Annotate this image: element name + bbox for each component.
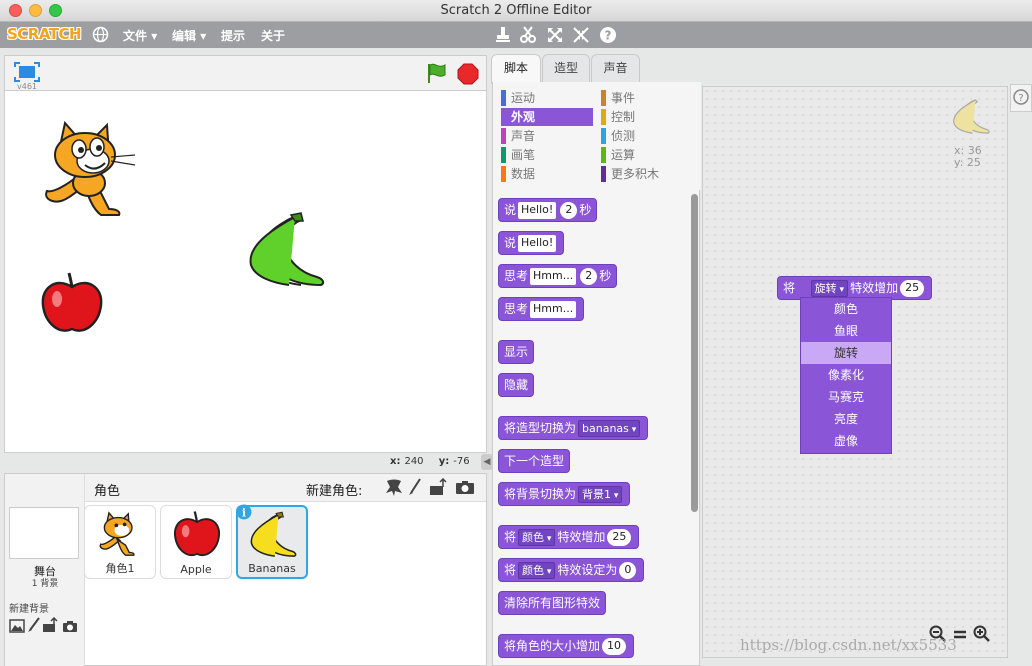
sprite-pane: 舞台 1 背景 新建背景 角色 新建角色: 角色1 Apple i Banana… — [4, 473, 487, 666]
category-operators[interactable]: 运算 — [601, 146, 693, 164]
sprite-thumb-label: Apple — [180, 563, 212, 576]
camera-sprite-icon[interactable] — [455, 480, 475, 495]
effect-dropdown-menu: 颜色 鱼眼 旋转 像素化 马赛克 亮度 虚像 — [800, 297, 892, 454]
watermark: https://blog.csdn.net/xx5533 — [740, 636, 957, 654]
window-title: Scratch 2 Offline Editor — [440, 3, 592, 18]
sprite-thumb-label: Bananas — [248, 562, 296, 575]
dropdown-option[interactable]: 亮度 — [801, 408, 891, 430]
block-set-effect[interactable]: 将颜色特效设定为0 — [498, 558, 645, 582]
stage-header: v461 — [4, 55, 487, 91]
category-more-blocks[interactable]: 更多积木 — [601, 165, 693, 183]
svg-text:i: i — [242, 507, 246, 520]
minimize-window-button[interactable] — [29, 4, 42, 17]
block-say[interactable]: 说 Hello! — [498, 231, 565, 255]
category-control[interactable]: 控制 — [601, 108, 693, 126]
menu-about[interactable]: 关于 — [261, 27, 285, 44]
upload-sprite-icon[interactable] — [429, 478, 447, 496]
scripts-area[interactable]: x: 36 y: 25 将 旋转特效增加25 颜色 鱼眼 旋转 像素化 马赛克 … — [702, 86, 1008, 658]
block-palette: 运动 事件 外观 控制 声音 侦测 画笔 运算 数据 更多积木 说 Hello! 2… — [492, 82, 701, 666]
apple-sprite[interactable] — [39, 271, 105, 337]
cat-thumb-icon — [99, 511, 135, 556]
dropdown-option-highlighted[interactable]: 旋转 — [801, 342, 891, 364]
mouse-coordinates: x: 240 y: -76 — [390, 456, 470, 467]
category-motion[interactable]: 运动 — [501, 89, 593, 107]
window-title-bar: Scratch 2 Offline Editor — [0, 0, 1032, 22]
help-question-icon[interactable]: ? — [599, 26, 617, 44]
duplicate-stamp-icon[interactable] — [495, 26, 511, 44]
block-clear-effects[interactable]: 清除所有图形特效 — [498, 591, 607, 615]
category-events[interactable]: 事件 — [601, 89, 693, 107]
sprites-title: 角色 — [94, 484, 121, 499]
grow-arrows-icon[interactable] — [547, 26, 563, 44]
globe-icon[interactable] — [92, 26, 109, 43]
backdrop-count: 1 背景 — [31, 579, 59, 589]
tab-costumes[interactable]: 造型 — [542, 54, 590, 82]
block-switch-backdrop[interactable]: 将背景切换为 背景1 — [498, 482, 631, 506]
dropdown-option[interactable]: 虚像 — [801, 430, 891, 452]
block-hide[interactable]: 隐藏 — [498, 373, 535, 397]
new-sprite-label: 新建角色: — [306, 484, 363, 499]
bananas-sprite[interactable] — [245, 211, 327, 293]
block-change-effect[interactable]: 将颜色特效增加25 — [498, 525, 640, 549]
tab-scripts[interactable]: 脚本 — [491, 54, 541, 84]
backdrop-library-icon[interactable] — [9, 619, 25, 633]
dropdown-option[interactable]: 像素化 — [801, 364, 891, 386]
sprite-y: y: 25 — [954, 156, 981, 169]
stage-thumbnail[interactable] — [9, 507, 79, 559]
block-change-size[interactable]: 将角色的大小增加 10 — [498, 634, 635, 658]
paint-new-sprite-icon[interactable] — [408, 478, 422, 496]
block-think[interactable]: 思考 Hmm... — [498, 297, 585, 321]
delete-scissors-icon[interactable] — [520, 26, 536, 44]
block-categories: 运动 事件 外观 控制 声音 侦测 画笔 运算 数据 更多积木 — [493, 82, 701, 190]
presentation-mode-icon[interactable] — [14, 62, 40, 82]
category-looks[interactable]: 外观 — [501, 108, 593, 126]
sprite-thumb-label: 角色1 — [105, 562, 135, 575]
bananas-thumb-icon — [250, 511, 297, 557]
sprite-thumb-bananas[interactable]: i Bananas — [236, 504, 308, 579]
shrink-arrows-icon[interactable] — [573, 26, 589, 44]
dropdown-option[interactable]: 颜色 — [801, 298, 891, 320]
zoom-in-icon[interactable] — [973, 625, 991, 643]
sprite-list-header: 角色 新建角色: — [85, 474, 486, 502]
help-panel-tab[interactable]: ? — [1010, 84, 1032, 112]
menu-edit[interactable]: 编辑 ▾ — [172, 27, 206, 44]
cat-sprite[interactable] — [39, 119, 139, 223]
palette-scrollbar[interactable] — [691, 194, 698, 512]
category-data[interactable]: 数据 — [501, 165, 593, 183]
help-question-icon[interactable]: ? — [1013, 89, 1029, 105]
block-say-for-secs[interactable]: 说 Hello! 2 秒 — [498, 198, 598, 222]
menu-file[interactable]: 文件 ▾ — [123, 27, 157, 44]
category-sensing[interactable]: 侦测 — [601, 127, 693, 145]
sprite-position-info: x: 36 y: 25 — [954, 145, 982, 169]
dropdown-option[interactable]: 马赛克 — [801, 386, 891, 408]
tab-sounds[interactable]: 声音 — [591, 54, 640, 82]
svg-text:?: ? — [1018, 93, 1023, 104]
block-next-costume[interactable]: 下一个造型 — [498, 449, 571, 473]
upload-icon[interactable] — [42, 617, 58, 633]
green-flag-icon[interactable] — [426, 62, 448, 84]
close-window-button[interactable] — [9, 4, 22, 17]
sprite-library-icon[interactable] — [385, 477, 403, 497]
category-sound[interactable]: 声音 — [501, 127, 593, 145]
svg-text:?: ? — [605, 29, 612, 43]
current-sprite-bananas-icon — [953, 99, 990, 134]
apple-thumb-icon — [174, 511, 220, 556]
menu-bar: SCRATCH 文件 ▾ 编辑 ▾ 提示 关于 ? — [0, 22, 1032, 48]
scratch-logo[interactable]: SCRATCH — [7, 25, 82, 43]
block-show[interactable]: 显示 — [498, 340, 535, 364]
sprite-thumb-apple[interactable]: Apple — [160, 505, 232, 579]
stage-canvas[interactable] — [4, 90, 487, 453]
block-think-for-secs[interactable]: 思考 Hmm... 2 秒 — [498, 264, 618, 288]
block-switch-costume[interactable]: 将造型切换为 bananas — [498, 416, 649, 440]
camera-icon[interactable] — [62, 620, 78, 633]
sprite-thumb-cat[interactable]: 角色1 — [84, 505, 156, 579]
stage-selector[interactable]: 舞台 1 背景 新建背景 — [5, 474, 85, 666]
stop-sign-icon[interactable] — [457, 63, 479, 85]
new-backdrop-label: 新建背景 — [9, 604, 49, 615]
menu-tips[interactable]: 提示 — [221, 27, 245, 44]
paint-brush-icon[interactable] — [27, 617, 41, 633]
maximize-window-button[interactable] — [49, 4, 62, 17]
category-pen[interactable]: 画笔 — [501, 146, 593, 164]
dropdown-option[interactable]: 鱼眼 — [801, 320, 891, 342]
